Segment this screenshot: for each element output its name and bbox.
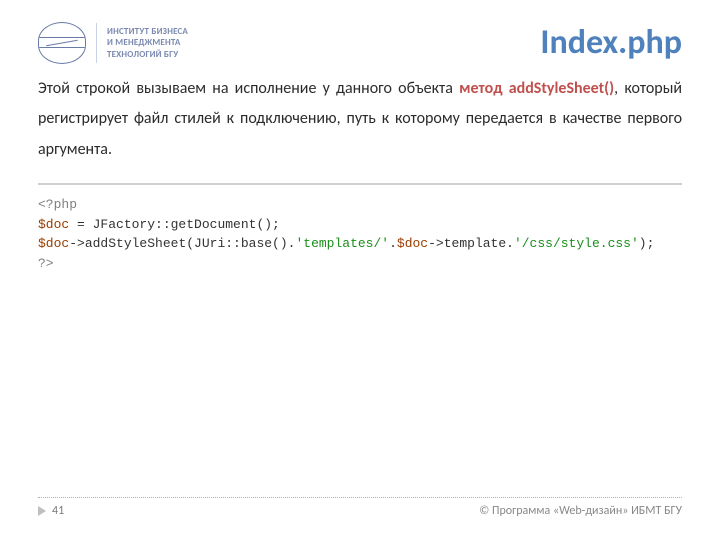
code-var: $doc xyxy=(38,217,69,232)
footer-row: 41 © Программа «Web-дизайн» ИБМТ БГУ xyxy=(38,504,682,518)
divider xyxy=(96,23,97,63)
code-call: addStyleSheet(JUri::base(). xyxy=(85,236,296,251)
page-number-value: 41 xyxy=(52,504,64,518)
code-string: 'templates/' xyxy=(295,236,389,251)
org-name: ИНСТИТУТ БИЗНЕСА И МЕНЕДЖМЕНТА ТЕХНОЛОГИ… xyxy=(107,26,188,60)
code-var: $doc xyxy=(397,236,428,251)
org-line1: ИНСТИТУТ БИЗНЕСА xyxy=(107,26,188,37)
code-arrow: -> xyxy=(428,236,444,251)
page-title: Index.php xyxy=(540,22,682,63)
page-number: 41 xyxy=(38,504,64,518)
body-paragraph: Этой строкой вызываем на исполнение у да… xyxy=(38,74,682,165)
slide-footer: 41 © Программа «Web-дизайн» ИБМТ БГУ xyxy=(38,497,682,518)
slide-header: ИНСТИТУТ БИЗНЕСА И МЕНЕДЖМЕНТА ТЕХНОЛОГИ… xyxy=(38,22,682,64)
triangle-icon xyxy=(38,506,46,516)
copyright: © Программа «Web-дизайн» ИБМТ БГУ xyxy=(479,504,682,518)
code-rest: = JFactory::getDocument(); xyxy=(69,217,280,232)
code-var: $doc xyxy=(38,236,69,251)
footer-divider xyxy=(38,497,682,498)
body-keyword: метод addStyleSheet() xyxy=(459,79,614,98)
code-snippet: <?php $doc = JFactory::getDocument(); $d… xyxy=(38,195,682,273)
code-block: <?php $doc = JFactory::getDocument(); $d… xyxy=(38,183,682,273)
code-dot: . xyxy=(389,236,397,251)
code-open: <?php xyxy=(38,197,77,212)
org-line2: И МЕНЕДЖМЕНТА xyxy=(107,37,188,48)
code-arrow: -> xyxy=(69,236,85,251)
org-line3: ТЕХНОЛОГИЙ БГУ xyxy=(107,49,188,60)
brand: ИНСТИТУТ БИЗНЕСА И МЕНЕДЖМЕНТА ТЕХНОЛОГИ… xyxy=(38,22,188,64)
code-tmpl: template. xyxy=(444,236,514,251)
code-close: ?> xyxy=(38,256,54,271)
code-close-call: ); xyxy=(639,236,655,251)
code-string: '/css/style.css' xyxy=(514,236,639,251)
globe-logo-icon xyxy=(38,22,86,64)
body-lead: Этой строкой вызываем на исполнение у да… xyxy=(38,79,459,98)
